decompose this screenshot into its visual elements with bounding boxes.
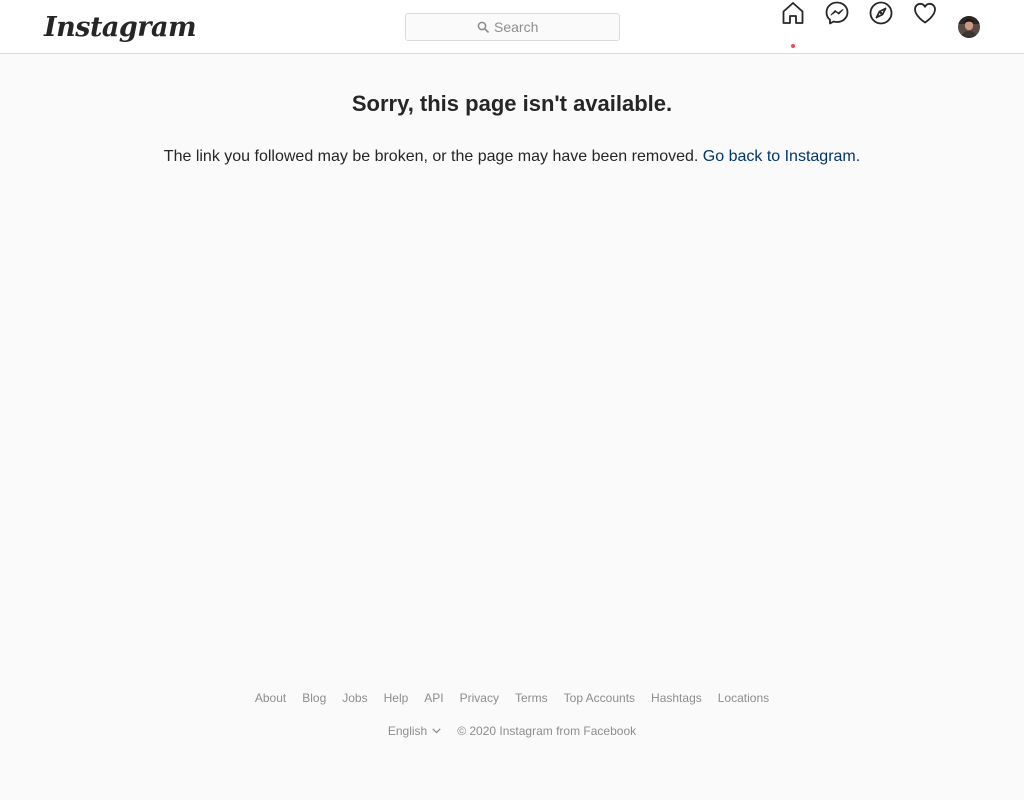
language-selector[interactable]: English xyxy=(388,723,441,739)
footer-link-jobs[interactable]: Jobs xyxy=(342,690,367,706)
footer-link-api[interactable]: API xyxy=(424,690,443,706)
footer-link-about[interactable]: About xyxy=(255,690,286,706)
avatar-image xyxy=(958,16,980,38)
footer-links: About Blog Jobs Help API Privacy Terms T… xyxy=(0,690,1024,706)
explore-compass-icon[interactable] xyxy=(868,0,894,26)
copyright-text: © 2020 Instagram from Facebook xyxy=(457,724,637,738)
home-notification-dot xyxy=(791,44,795,48)
language-label: English xyxy=(387,724,428,738)
footer-bottom: English © 2020 Instagram from Facebook xyxy=(0,723,1024,739)
search-box[interactable] xyxy=(405,13,620,41)
activity-heart-icon[interactable] xyxy=(912,0,938,26)
messenger-icon[interactable] xyxy=(824,0,850,26)
home-icon[interactable] xyxy=(780,0,806,26)
footer-link-hashtags[interactable]: Hashtags xyxy=(651,690,702,706)
footer-link-terms[interactable]: Terms xyxy=(515,690,548,706)
search-input[interactable] xyxy=(406,14,619,40)
footer-link-blog[interactable]: Blog xyxy=(302,690,326,706)
error-message: The link you followed may be broken, or … xyxy=(0,146,1024,168)
go-back-link[interactable]: Go back to Instagram. xyxy=(703,148,860,165)
instagram-logo[interactable]: Instagram xyxy=(44,8,197,48)
error-message-text: The link you followed may be broken, or … xyxy=(163,148,699,165)
profile-avatar[interactable] xyxy=(958,16,980,38)
footer-link-privacy[interactable]: Privacy xyxy=(460,690,499,706)
top-navigation-bar: Instagram xyxy=(0,0,1024,54)
footer-link-help[interactable]: Help xyxy=(384,690,409,706)
error-title: Sorry, this page isn't available. xyxy=(351,91,673,116)
footer-link-locations[interactable]: Locations xyxy=(718,690,769,706)
chevron-down-icon xyxy=(432,728,441,734)
footer-link-top-accounts[interactable]: Top Accounts xyxy=(564,690,635,706)
